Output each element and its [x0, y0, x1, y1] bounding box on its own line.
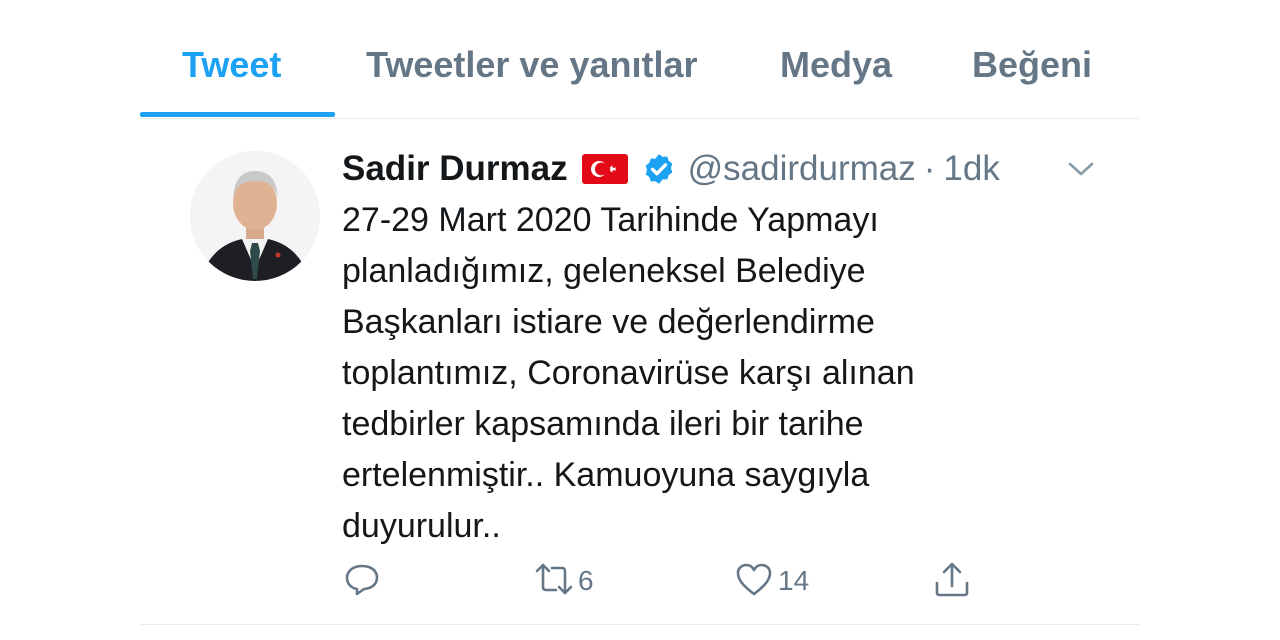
- avatar[interactable]: [190, 151, 320, 281]
- like-button[interactable]: 14: [734, 557, 809, 605]
- heart-icon: [734, 559, 774, 604]
- tweet-header: Sadir Durmaz @sadirdurmaz · 1dk: [342, 147, 1000, 191]
- active-tab-indicator: [140, 112, 335, 117]
- share-button[interactable]: [932, 557, 972, 605]
- tweet[interactable]: Sadir Durmaz @sadirdurmaz · 1dk 27-29 Ma…: [140, 119, 1140, 625]
- author-name[interactable]: Sadir Durmaz: [342, 149, 568, 189]
- tab-tweets-and-replies[interactable]: Tweetler ve yanıtlar: [366, 44, 698, 86]
- like-count: 14: [778, 565, 810, 596]
- profile-tabs: Tweet Tweetler ve yanıtlar Medya Beğeni: [140, 0, 1140, 119]
- tweet-text: 27-29 Mart 2020 Tarihinde Yapmayı planla…: [342, 201, 915, 545]
- tab-media[interactable]: Medya: [780, 44, 892, 86]
- turkey-flag-icon: [581, 154, 628, 184]
- author-handle[interactable]: @sadirdurmaz: [688, 149, 916, 189]
- tweet-actions: 6 14: [342, 557, 1062, 605]
- share-icon: [932, 559, 972, 604]
- tab-likes[interactable]: Beğeni: [972, 44, 1092, 86]
- reply-button[interactable]: [342, 557, 382, 605]
- retweet-button[interactable]: 6: [534, 557, 594, 605]
- reply-icon: [342, 559, 382, 604]
- chevron-down-icon[interactable]: [1065, 155, 1097, 183]
- retweet-icon: [534, 559, 574, 604]
- retweet-count: 6: [578, 565, 594, 596]
- tab-tweet[interactable]: Tweet: [182, 44, 281, 86]
- tweet-timestamp[interactable]: 1dk: [943, 149, 999, 189]
- separator-dot: ·: [923, 149, 936, 188]
- verified-badge-icon: [642, 152, 676, 186]
